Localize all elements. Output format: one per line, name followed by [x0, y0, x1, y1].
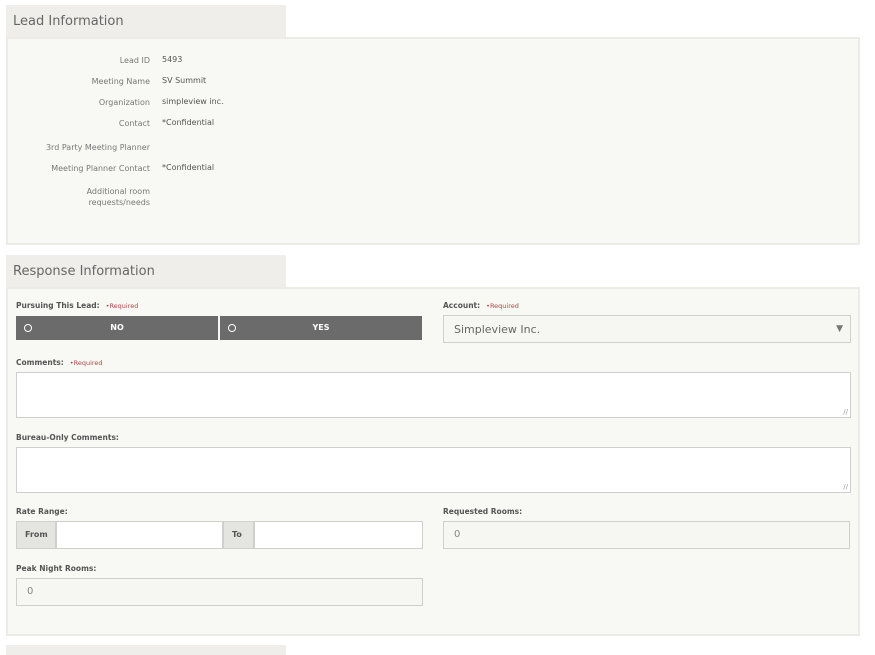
next-section-header [6, 645, 286, 655]
required-indicator: •Required [486, 302, 519, 310]
comments-label: Comments: •Required [16, 358, 103, 367]
response-information-title: Response Information [13, 264, 155, 279]
peak-night-rooms-input[interactable]: 0 [16, 578, 423, 606]
rate-from-input[interactable] [56, 521, 223, 549]
info-value: *Confidential [162, 118, 215, 127]
pursuing-no-option[interactable]: NO [16, 316, 218, 340]
to-addon: To [223, 521, 254, 549]
account-label: Account: •Required [443, 301, 519, 310]
info-label: Meeting Name [91, 77, 150, 86]
no-label: NO [110, 323, 124, 332]
comments-label-text: Comments: [16, 358, 64, 367]
bureau-comments-label: Bureau-Only Comments: [16, 433, 119, 442]
resize-grip-icon[interactable]: // [843, 408, 848, 416]
account-select[interactable]: Simpleview Inc. ▼ [443, 315, 851, 343]
pursuing-label: Pursuing This Lead: •Required [16, 301, 138, 310]
comments-textarea[interactable]: // [16, 372, 851, 418]
info-label: 3rd Party Meeting Planner [45, 143, 150, 152]
info-label: Organization [98, 98, 150, 107]
pursuing-label-text: Pursuing This Lead: [16, 301, 100, 310]
pursuing-yes-option[interactable]: YES [220, 316, 422, 340]
info-label: Contact [118, 119, 150, 128]
requested-rooms-input[interactable]: 0 [443, 521, 850, 549]
info-value: SV Summit [162, 76, 207, 85]
from-addon: From [16, 521, 56, 549]
rate-range-label: Rate Range: [16, 507, 68, 516]
response-information-header: Response Information [6, 255, 286, 289]
account-selected-value: Simpleview Inc. [454, 323, 541, 336]
requested-rooms-label: Requested Rooms: [443, 507, 523, 516]
yes-label: YES [312, 323, 330, 332]
info-value: *Confidential [162, 163, 215, 172]
info-label: Lead ID [119, 56, 150, 65]
lead-information-header: Lead Information [6, 5, 286, 39]
resize-grip-icon[interactable]: // [843, 483, 848, 491]
required-indicator: •Required [105, 302, 139, 310]
lead-information-panel: Lead ID 5493 Meeting Name SV Summit Orga… [6, 37, 860, 245]
bureau-comments-textarea[interactable]: // [16, 447, 851, 493]
required-indicator: •Required [69, 359, 103, 367]
rate-range-group: From To [16, 521, 423, 549]
dropdown-arrow-icon: ▼ [836, 324, 843, 334]
peak-night-rooms-label: Peak Night Rooms: [16, 564, 97, 573]
account-label-text: Account: [443, 301, 481, 310]
info-label: Additional room requests/needs [86, 187, 150, 207]
response-information-panel: Pursuing This Lead: •Required NO YES Acco… [6, 287, 860, 636]
info-value: simpleview inc. [162, 97, 224, 106]
lead-information-title: Lead Information [13, 14, 124, 29]
info-value: 5493 [162, 55, 183, 64]
rate-to-input[interactable] [254, 521, 423, 549]
info-label: Meeting Planner Contact [51, 164, 150, 173]
